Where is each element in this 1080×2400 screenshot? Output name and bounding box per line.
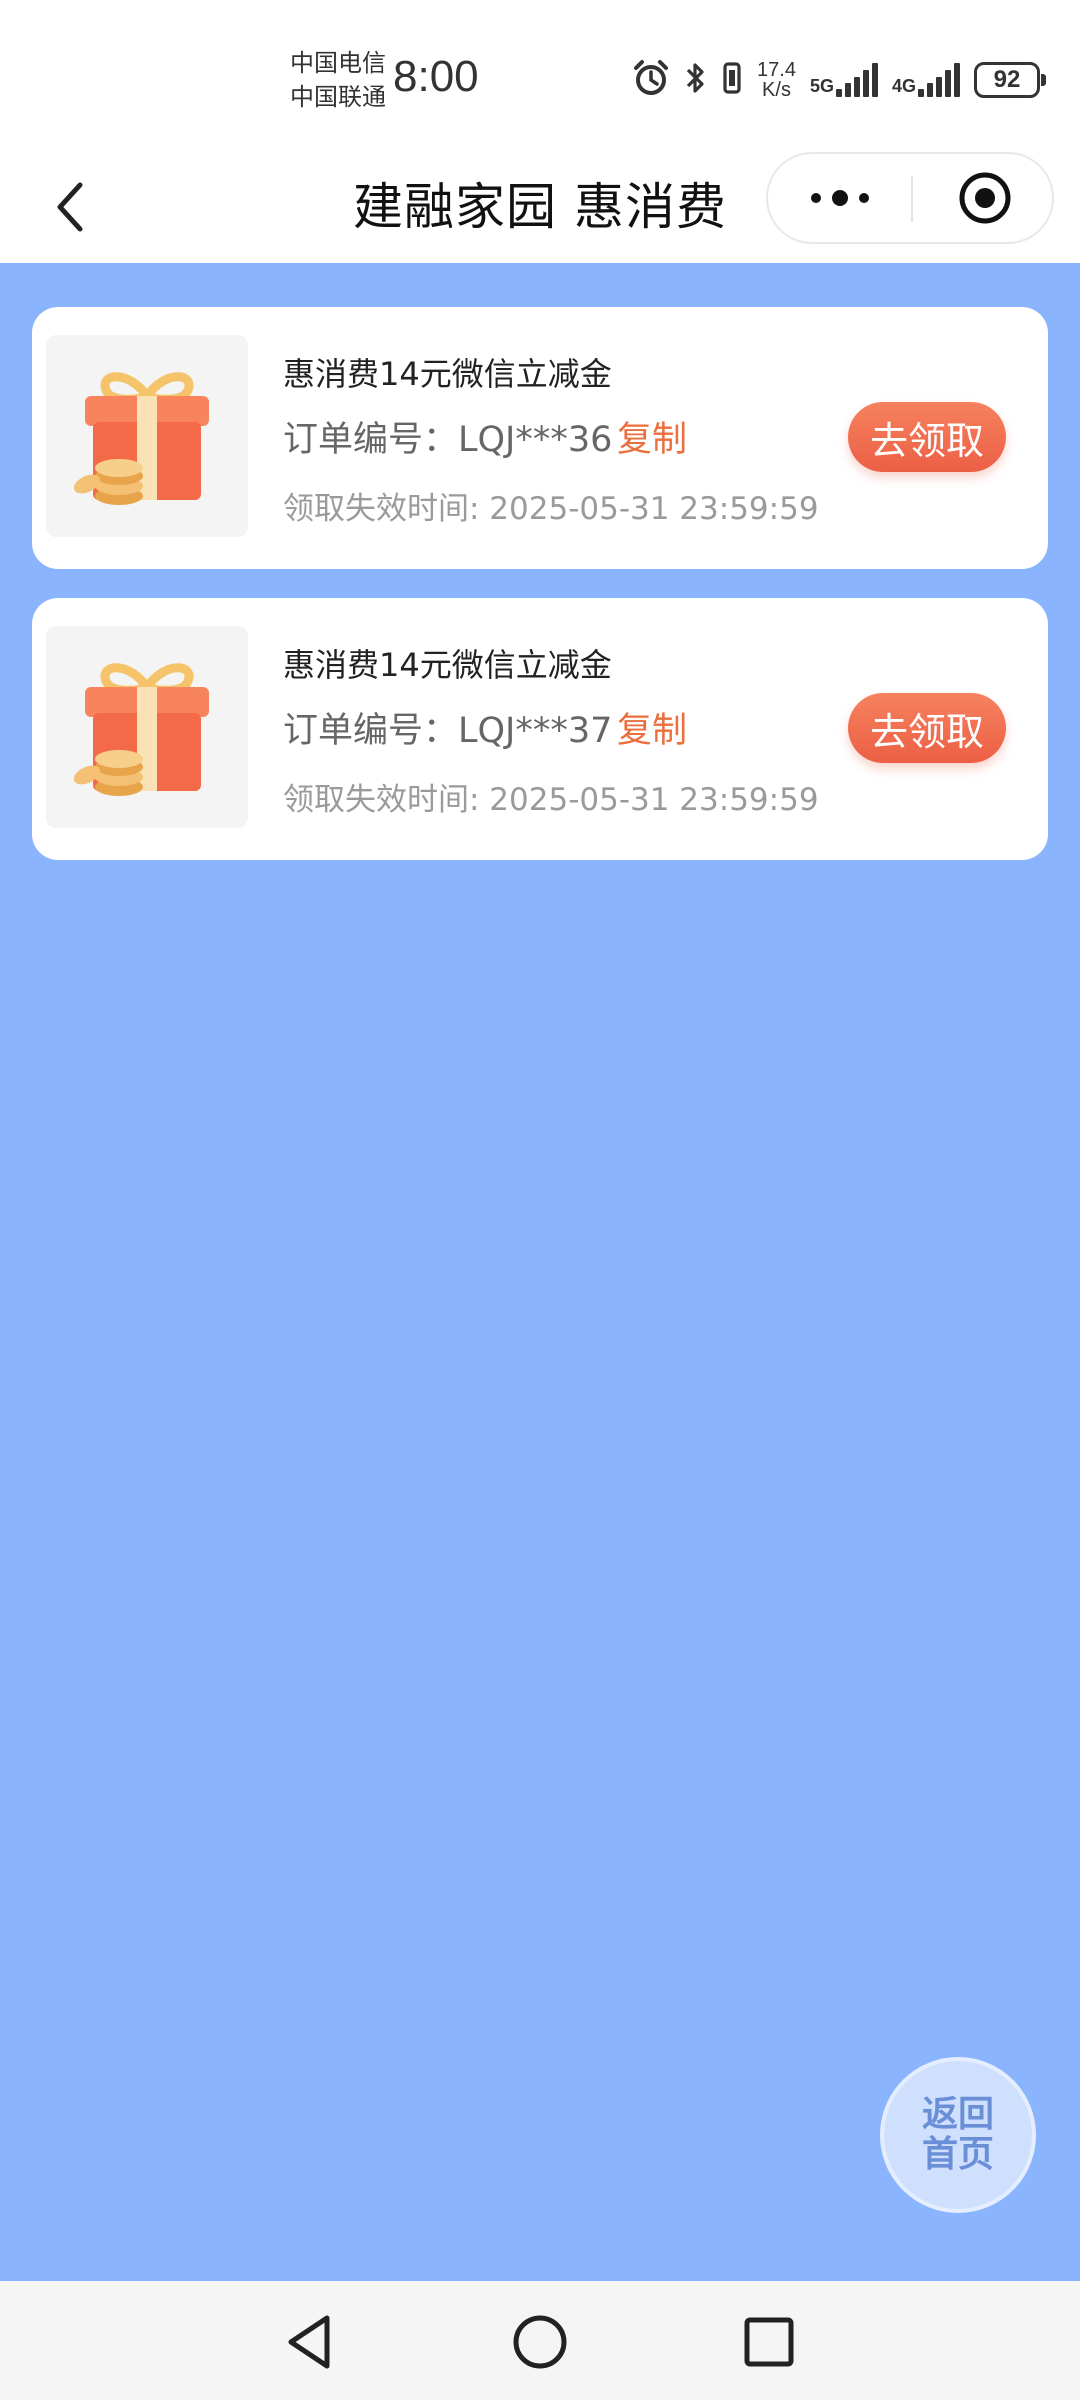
- copy-order-link[interactable]: 复制: [617, 702, 687, 753]
- carrier-2: 中国联通: [290, 83, 386, 111]
- order-number: 订单编号：LQJ***37: [283, 711, 613, 751]
- net-speed: 17.4 K/s: [757, 60, 796, 100]
- recents-square-icon: [744, 2317, 794, 2367]
- voucher-card: 惠消费14元微信立减金 订单编号：LQJ***37 复制 领取失效时间: 202…: [32, 598, 1048, 860]
- vibrate-icon: [721, 58, 743, 102]
- signal-group-2: 4G: [892, 63, 960, 97]
- signal-bars-icon: [835, 63, 878, 97]
- copy-order-link[interactable]: 复制: [617, 411, 687, 462]
- close-miniprogram-button[interactable]: [913, 154, 1056, 242]
- battery-indicator: 92: [974, 62, 1046, 98]
- back-triangle-icon: [288, 2315, 330, 2369]
- system-recents-button[interactable]: [734, 2307, 804, 2377]
- system-back-button[interactable]: [274, 2307, 344, 2377]
- signal-2-label: 4G: [891, 76, 916, 96]
- net-speed-unit: K/s: [762, 79, 791, 101]
- gift-box-icon: [46, 626, 248, 828]
- system-home-button[interactable]: [505, 2307, 575, 2377]
- signal-bars-icon: [918, 63, 960, 97]
- bluetooth-icon: [685, 58, 707, 102]
- return-home-button[interactable]: 返回 首页: [880, 2057, 1036, 2213]
- voucher-card: 惠消费14元微信立减金 订单编号：LQJ***36 复制 领取失效时间: 202…: [32, 307, 1048, 569]
- claim-button[interactable]: 去领取: [848, 402, 1006, 472]
- expire-time: 领取失效时间: 2025-05-31 23:59:59: [283, 491, 819, 527]
- carrier-names: 中国电信 中国联通: [290, 46, 386, 114]
- status-time: 8:00: [393, 52, 479, 101]
- order-number: 订单编号：LQJ***36: [283, 420, 613, 460]
- return-home-line-2: 首页: [921, 2134, 994, 2175]
- return-home-line-1: 返回: [921, 2094, 994, 2135]
- miniprogram-capsule: [766, 152, 1054, 244]
- net-speed-value: 17.4: [757, 59, 796, 81]
- gift-box-icon: [46, 335, 248, 537]
- voucher-title: 惠消费14元微信立减金: [283, 355, 612, 393]
- more-dots-icon: [810, 190, 869, 206]
- carrier-1: 中国电信: [290, 49, 386, 77]
- target-close-icon: [959, 172, 1010, 224]
- home-circle-icon: [513, 2315, 567, 2369]
- claim-button[interactable]: 去领取: [848, 693, 1006, 763]
- signal-1-label: 5G: [809, 76, 834, 96]
- alarm-icon: [631, 58, 671, 102]
- battery-level: 92: [993, 66, 1021, 93]
- system-navigation-bar: [0, 2281, 1080, 2400]
- voucher-title: 惠消费14元微信立减金: [283, 646, 612, 684]
- more-button[interactable]: [768, 154, 911, 242]
- status-icons: 17.4 K/s 5G 4G 92: [631, 55, 1046, 105]
- signal-group-1: 5G: [810, 63, 878, 97]
- expire-time: 领取失效时间: 2025-05-31 23:59:59: [283, 782, 819, 818]
- navigation-bar: 建融家园 惠消费: [0, 150, 1080, 263]
- status-bar: 中国电信 中国联通 8:00 17.4 K/s 5G 4G 92: [0, 0, 1080, 150]
